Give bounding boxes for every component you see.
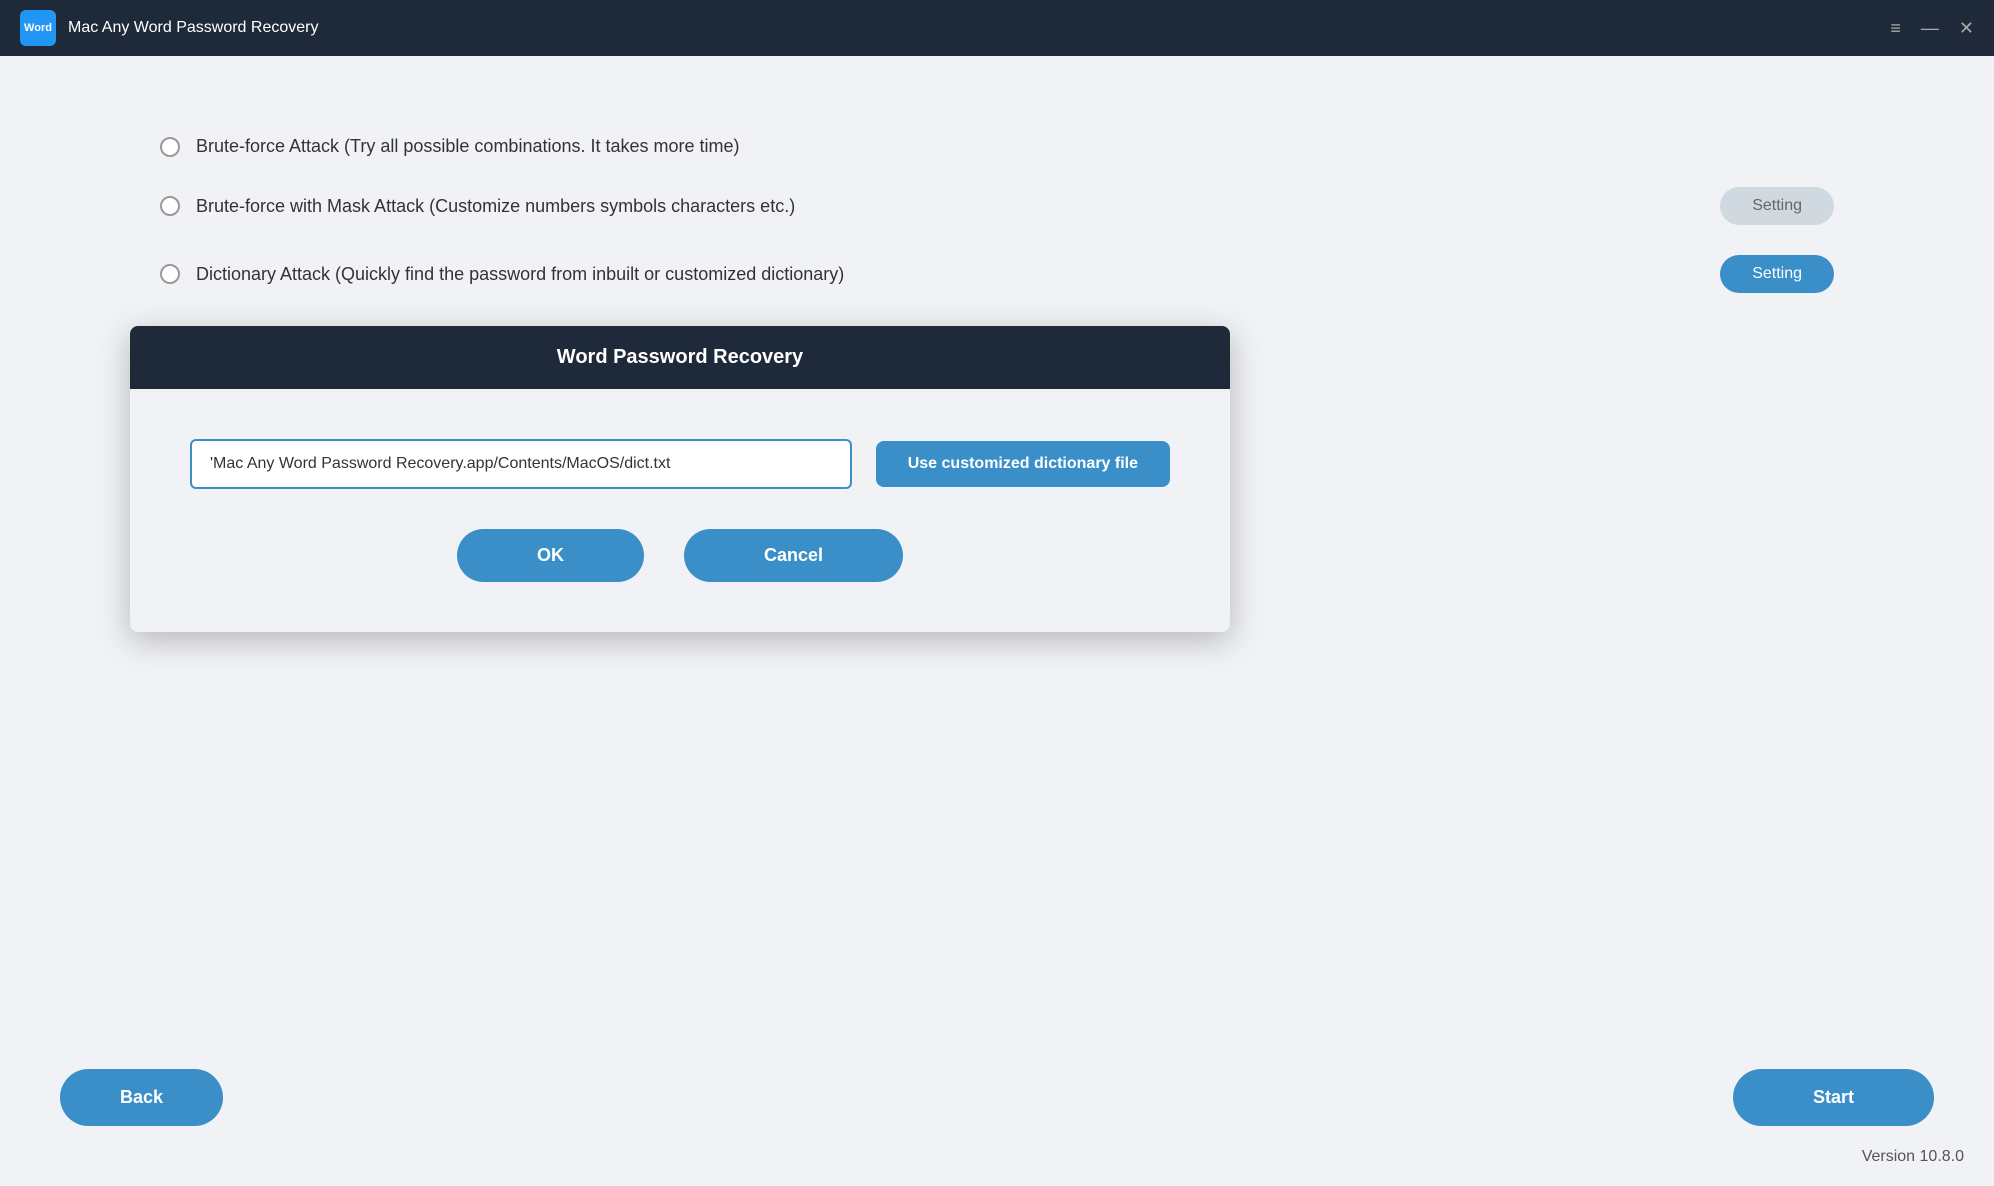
minimize-button[interactable]: — bbox=[1921, 19, 1939, 37]
dict-path-input[interactable] bbox=[190, 439, 852, 489]
setting-btn-dictionary[interactable]: Setting bbox=[1720, 255, 1834, 293]
setting-btn-brute-mask[interactable]: Setting bbox=[1720, 187, 1834, 225]
attack-option-brute-mask: Brute-force with Mask Attack (Customize … bbox=[160, 187, 1834, 225]
dialog-header: Word Password Recovery bbox=[130, 326, 1230, 389]
ok-button[interactable]: OK bbox=[457, 529, 644, 582]
version-label: Version 10.8.0 bbox=[1862, 1148, 1964, 1166]
word-password-recovery-dialog: Word Password Recovery Use customized di… bbox=[130, 326, 1230, 632]
dialog-title: Word Password Recovery bbox=[557, 346, 803, 368]
dictionary-label: Dictionary Attack (Quickly find the pass… bbox=[196, 264, 1720, 285]
dialog-actions: OK Cancel bbox=[190, 529, 1170, 582]
app-icon-label: Word bbox=[24, 22, 52, 34]
radio-brute-mask[interactable] bbox=[160, 196, 180, 216]
attack-option-dictionary: Dictionary Attack (Quickly find the pass… bbox=[160, 255, 1834, 293]
use-customized-dict-button[interactable]: Use customized dictionary file bbox=[876, 441, 1170, 487]
bottom-bar: Back Start bbox=[60, 1069, 1934, 1126]
back-button[interactable]: Back bbox=[60, 1069, 223, 1126]
app-icon: Word bbox=[20, 10, 56, 46]
app-title: Mac Any Word Password Recovery bbox=[68, 19, 318, 37]
radio-brute-force[interactable] bbox=[160, 137, 180, 157]
dialog-body: Use customized dictionary file OK Cancel bbox=[130, 389, 1230, 632]
brute-mask-label: Brute-force with Mask Attack (Customize … bbox=[196, 196, 1720, 217]
close-button[interactable]: ✕ bbox=[1959, 19, 1974, 37]
main-content: Brute-force Attack (Try all possible com… bbox=[0, 56, 1994, 1186]
menu-button[interactable]: ≡ bbox=[1890, 19, 1901, 37]
dialog-input-row: Use customized dictionary file bbox=[190, 439, 1170, 489]
attack-option-brute-force: Brute-force Attack (Try all possible com… bbox=[160, 136, 1834, 157]
titlebar: Word Mac Any Word Password Recovery ≡ — … bbox=[0, 0, 1994, 56]
cancel-button[interactable]: Cancel bbox=[684, 529, 903, 582]
radio-dictionary[interactable] bbox=[160, 264, 180, 284]
window-controls: ≡ — ✕ bbox=[1890, 19, 1974, 37]
start-button[interactable]: Start bbox=[1733, 1069, 1934, 1126]
brute-force-label: Brute-force Attack (Try all possible com… bbox=[196, 136, 1834, 157]
